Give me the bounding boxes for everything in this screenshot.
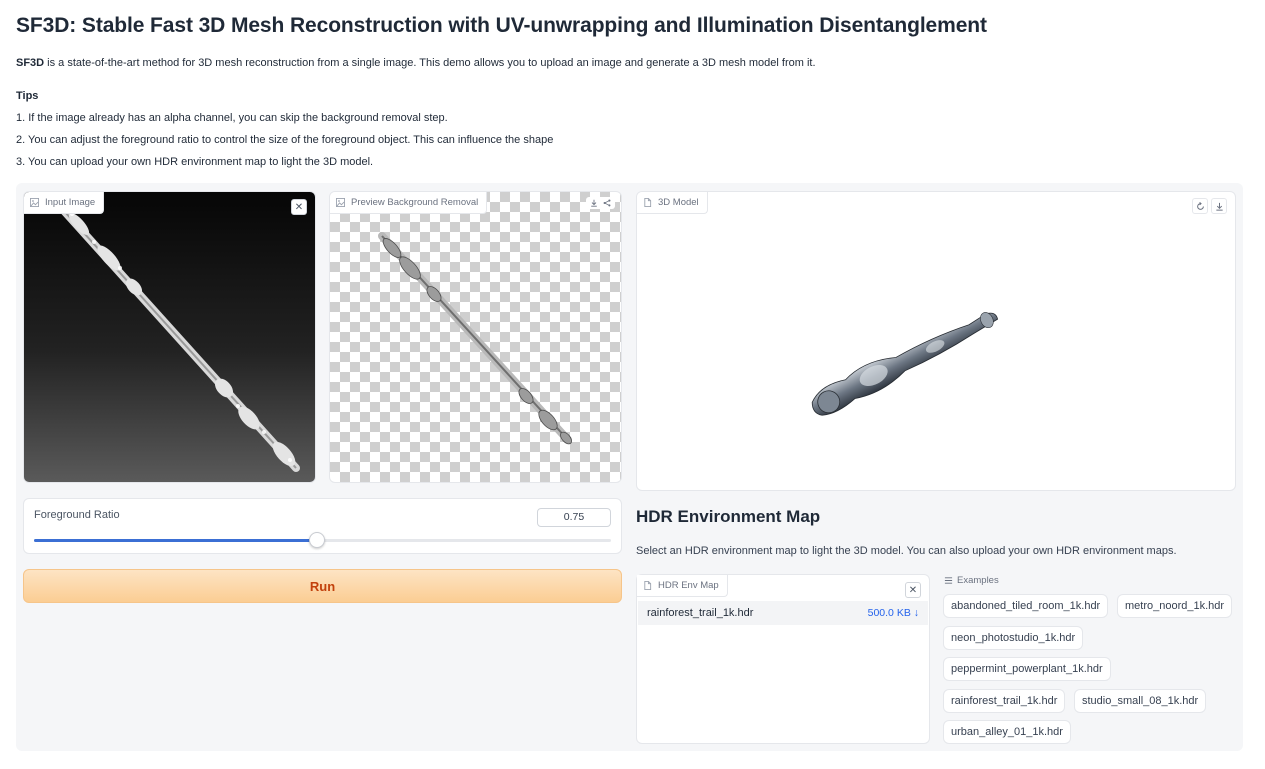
hdr-env-map-label-text: HDR Env Map	[658, 580, 719, 591]
model-panel[interactable]: 3D Model	[636, 191, 1236, 491]
clear-image-button[interactable]: ✕	[291, 199, 307, 215]
share-icon[interactable]	[602, 198, 612, 208]
list-icon	[944, 577, 953, 584]
hdr-heading: HDR Environment Map	[636, 507, 821, 526]
example-chip[interactable]: studio_small_08_1k.hdr	[1074, 689, 1207, 713]
intro-rest: is a state-of-the-art method for 3D mesh…	[44, 57, 816, 69]
model-3d-view	[811, 312, 999, 416]
intro-text: SF3D is a state-of-the-art method for 3D…	[16, 57, 816, 69]
preview-panel: Preview Background Removal	[329, 191, 622, 483]
tip-3: 3. You can upload your own HDR environme…	[16, 156, 374, 168]
slider-fill	[34, 539, 317, 542]
file-icon	[644, 198, 652, 207]
foreground-ratio-track[interactable]	[34, 532, 611, 548]
hdr-env-map-label: HDR Env Map	[637, 575, 728, 597]
hdr-file-download-link[interactable]: 500.0 KB ↓	[868, 607, 919, 619]
image-icon	[30, 198, 39, 207]
undo-icon	[1196, 201, 1204, 210]
hdr-env-map-panel[interactable]: HDR Env Map ✕ rainforest_trail_1k.hdr 50…	[636, 574, 930, 744]
example-chip[interactable]: peppermint_powerplant_1k.hdr	[943, 657, 1111, 681]
examples-heading-text: Examples	[957, 575, 999, 586]
image-icon	[336, 198, 345, 207]
preview-staff-image	[378, 232, 572, 445]
foreground-ratio-value-input[interactable]: 0.75	[537, 508, 611, 527]
model-label-text: 3D Model	[658, 197, 699, 208]
foreground-ratio-slider-box: Foreground Ratio 0.75	[23, 498, 622, 554]
slider-thumb[interactable]	[308, 532, 325, 548]
example-chip[interactable]: urban_alley_01_1k.hdr	[943, 720, 1071, 744]
examples-heading: Examples	[944, 575, 999, 586]
intro-bold: SF3D	[16, 57, 45, 69]
input-image-label-text: Input Image	[45, 197, 96, 208]
example-chip[interactable]: rainforest_trail_1k.hdr	[943, 689, 1066, 713]
example-chip[interactable]: neon_photostudio_1k.hdr	[943, 626, 1084, 650]
file-icon	[644, 581, 652, 590]
hdr-file-row: rainforest_trail_1k.hdr 500.0 KB ↓	[638, 601, 928, 625]
preview-label: Preview Background Removal	[330, 192, 488, 214]
clear-hdr-button[interactable]: ✕	[905, 582, 921, 598]
input-staff-image	[52, 198, 300, 472]
example-chip[interactable]: metro_noord_1k.hdr	[1117, 594, 1233, 618]
download-icon[interactable]	[589, 198, 599, 208]
download-icon	[1215, 202, 1223, 211]
tip-2: 2. You can adjust the foreground ratio t…	[16, 134, 554, 146]
run-button[interactable]: Run	[23, 569, 622, 603]
foreground-ratio-label: Foreground Ratio	[34, 509, 120, 521]
hdr-file-name: rainforest_trail_1k.hdr	[647, 607, 754, 619]
preview-actions	[586, 197, 615, 209]
reset-view-button[interactable]	[1192, 198, 1208, 214]
hdr-description: Select an HDR environment map to light t…	[636, 545, 1177, 557]
preview-label-text: Preview Background Removal	[351, 197, 479, 208]
page-title: SF3D: Stable Fast 3D Mesh Reconstruction…	[16, 14, 987, 37]
tips-heading: Tips	[16, 90, 39, 102]
tip-1: 1. If the image already has an alpha cha…	[16, 112, 448, 124]
input-image-label: Input Image	[24, 192, 105, 214]
download-model-button[interactable]	[1211, 198, 1227, 214]
example-chip[interactable]: abandoned_tiled_room_1k.hdr	[943, 594, 1109, 618]
input-image-panel[interactable]: Input Image ✕	[23, 191, 316, 483]
model-label: 3D Model	[637, 192, 708, 214]
